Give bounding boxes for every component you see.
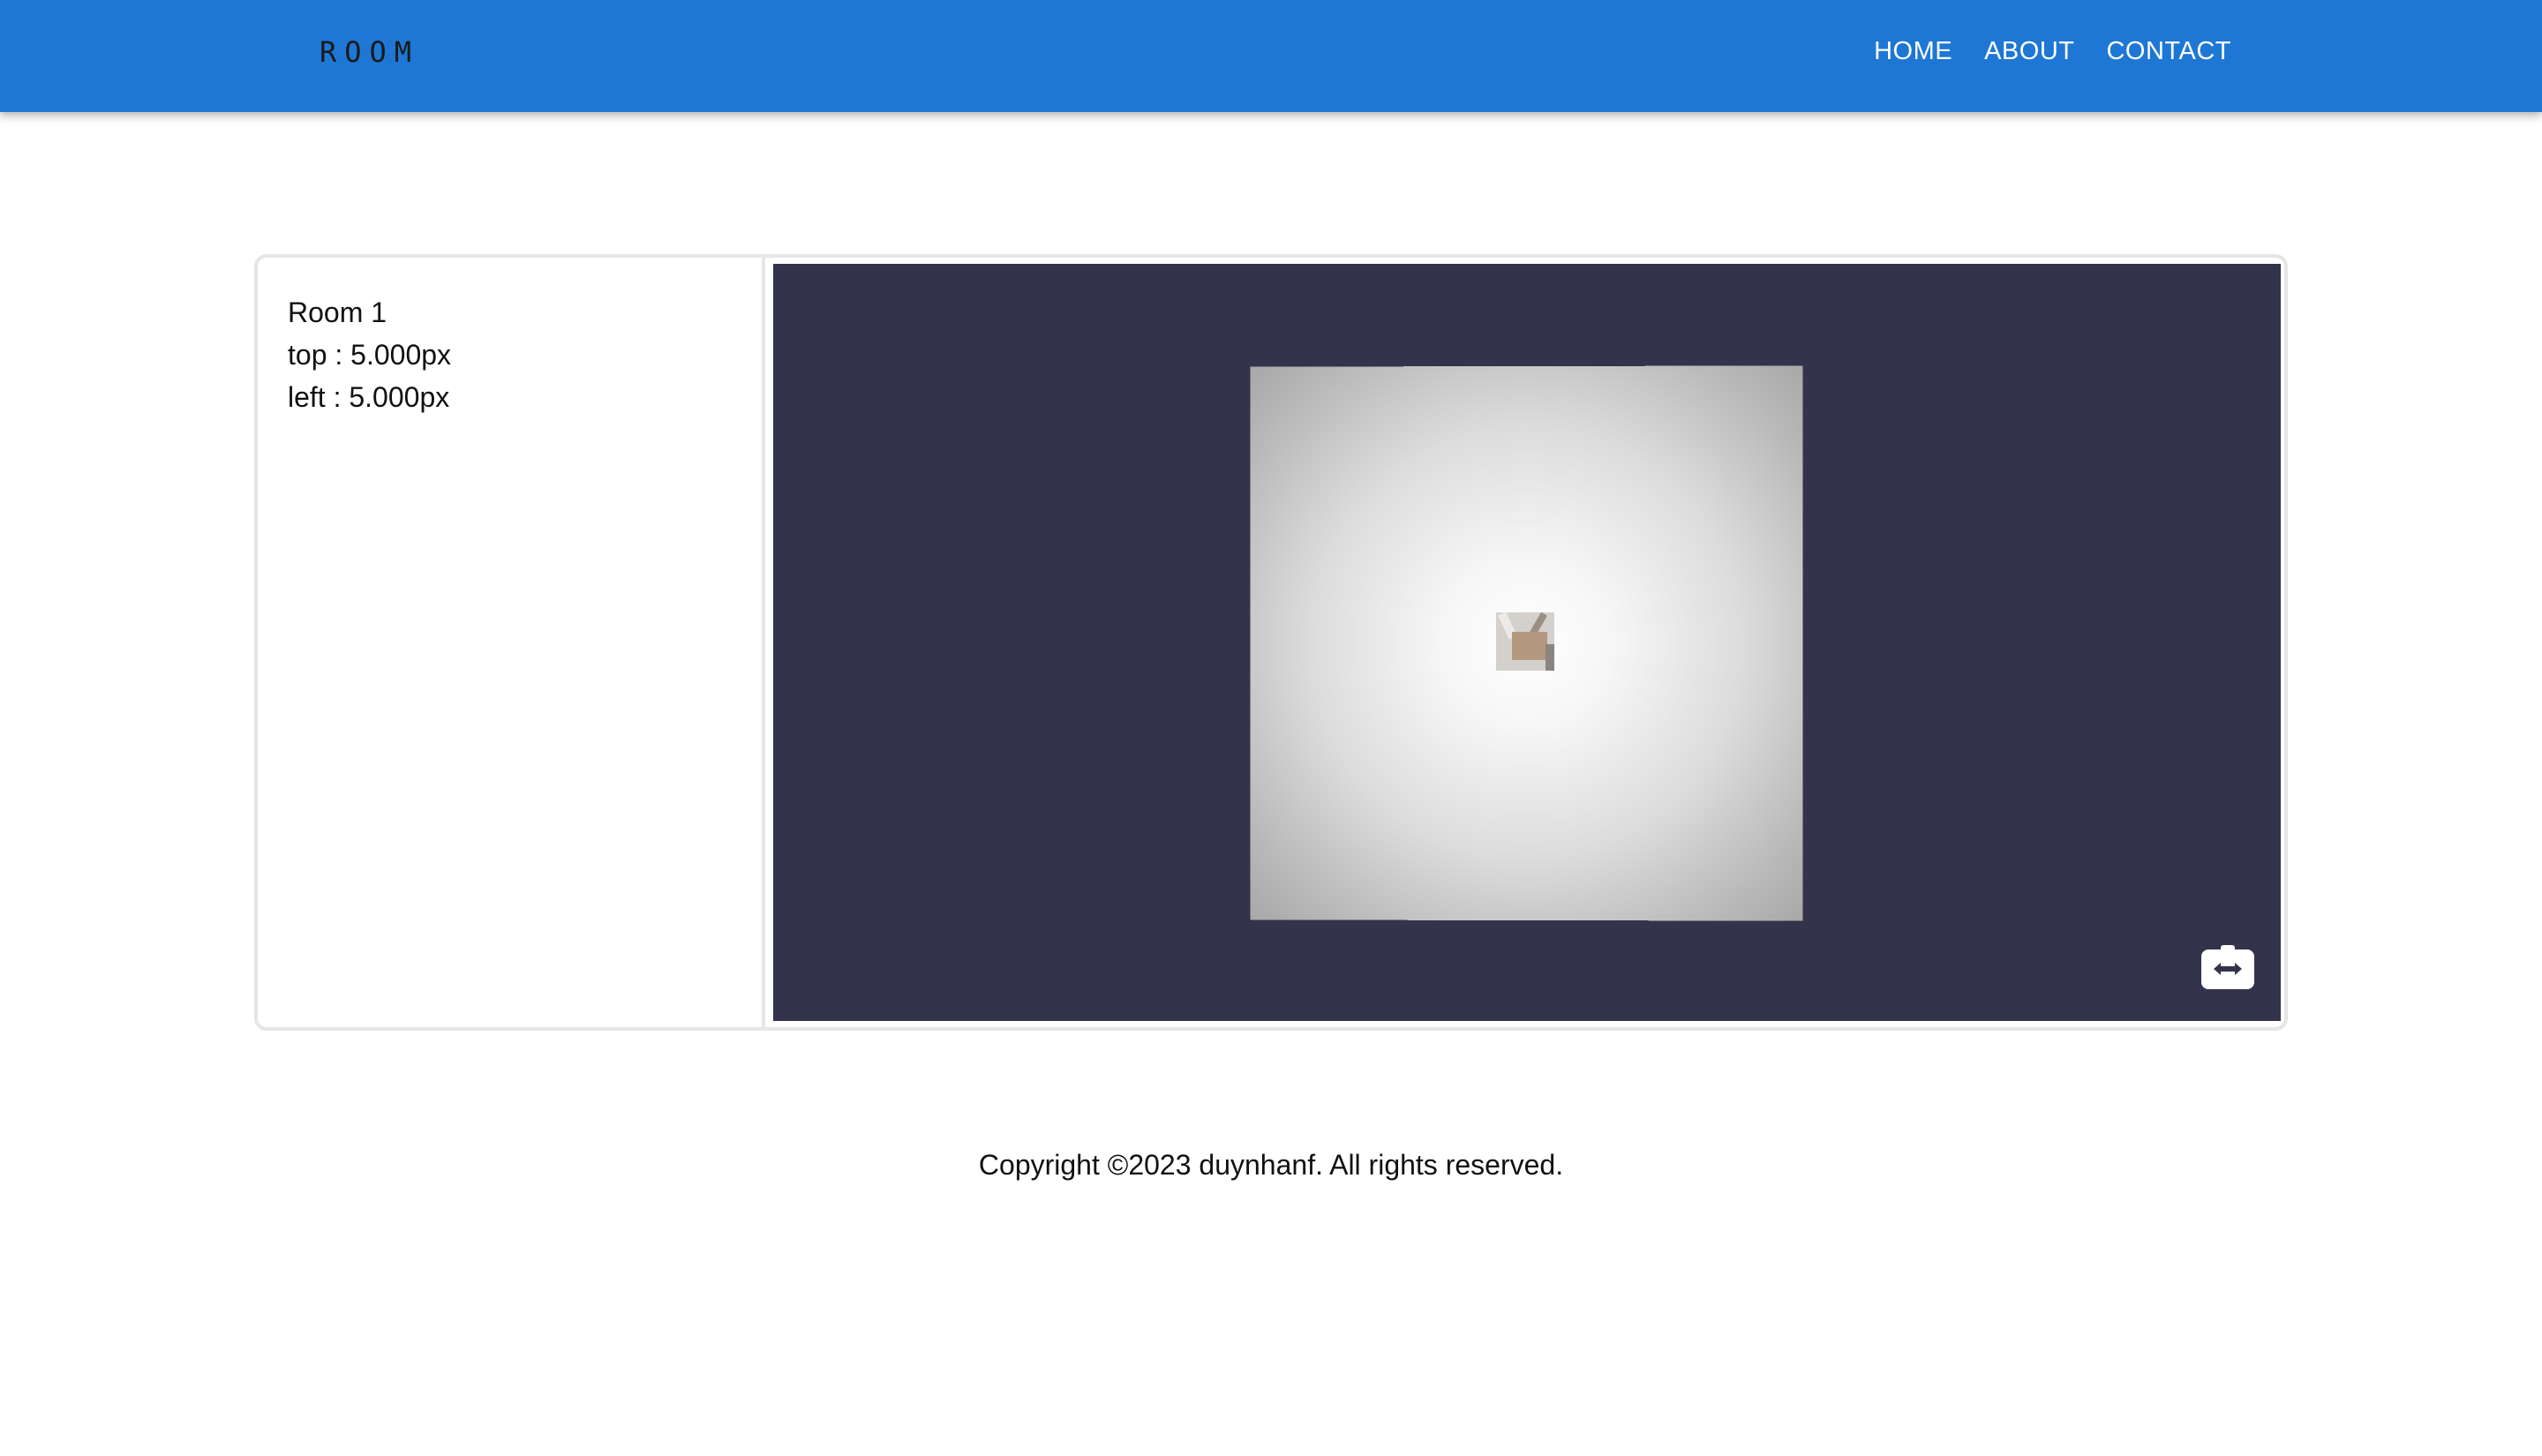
camera-switch-icon — [2201, 945, 2254, 989]
nav-home-link[interactable]: HOME — [1874, 37, 1952, 66]
room-name: Room 1 — [288, 296, 387, 328]
site-logo[interactable]: ROOM — [320, 35, 419, 69]
footer-copyright: Copyright ©2023 duynhanf. All rights res… — [978, 1149, 1564, 1181]
room-3d-viewer[interactable] — [773, 264, 2281, 1021]
room-card: Room 1 top : 5.000px left : 5.000px — [254, 254, 2288, 1031]
room-floor-plane — [1250, 365, 1803, 921]
room-left-position: left : 5.000px — [288, 381, 450, 413]
thumbnail-detail — [1512, 631, 1548, 661]
nav-about-link[interactable]: ABOUT — [1984, 37, 2074, 66]
room-info-panel: Room 1 top : 5.000px left : 5.000px — [258, 258, 765, 1027]
room-object-thumbnail[interactable] — [1496, 612, 1555, 672]
nav-links: HOME ABOUT CONTACT — [1874, 37, 2231, 66]
nav-contact-link[interactable]: CONTACT — [2106, 37, 2231, 66]
top-navbar: ROOM HOME ABOUT CONTACT — [0, 0, 2542, 112]
room-top-position: top : 5.000px — [288, 339, 452, 371]
camera-switch-button[interactable] — [2201, 945, 2254, 989]
thumbnail-detail — [1546, 644, 1555, 672]
